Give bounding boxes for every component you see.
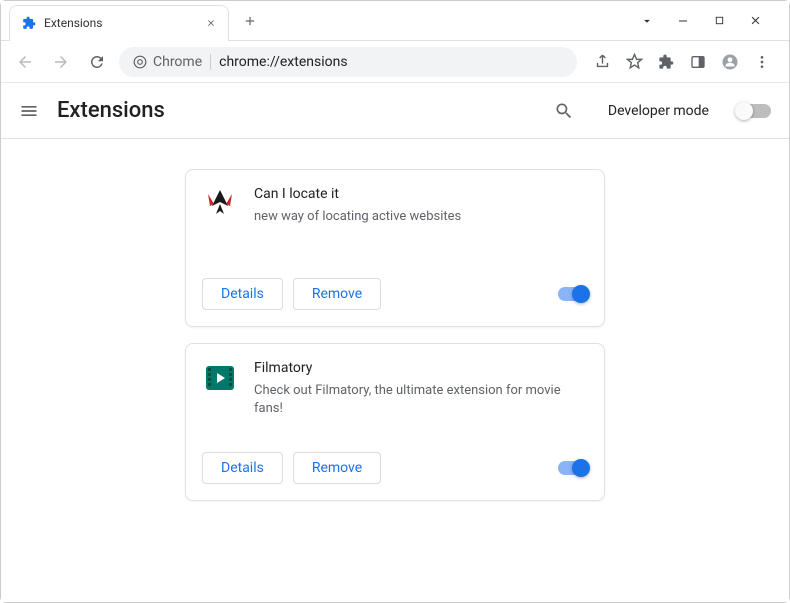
puzzle-icon — [22, 16, 36, 30]
toolbar-right — [585, 53, 779, 71]
forward-button[interactable] — [47, 48, 75, 76]
menu-icon[interactable] — [753, 53, 771, 71]
remove-button[interactable]: Remove — [293, 452, 381, 484]
chevron-down-icon[interactable] — [633, 7, 661, 35]
page-title: Extensions — [57, 98, 536, 123]
extension-card: Filmatory Check out Filmatory, the ultim… — [185, 343, 605, 501]
extensions-icon[interactable] — [657, 53, 675, 71]
reload-button[interactable] — [83, 48, 111, 76]
details-button[interactable]: Details — [202, 452, 283, 484]
address-bar[interactable]: Chrome chrome://extensions — [119, 47, 577, 77]
extension-name: Can I locate it — [254, 186, 461, 202]
extension-toggle[interactable] — [558, 461, 588, 475]
extension-description: new way of locating active websites — [254, 208, 461, 226]
extension-icon-film — [202, 360, 238, 396]
profile-icon[interactable] — [721, 53, 739, 71]
page-header: Extensions Developer mode — [1, 83, 789, 139]
new-tab-button[interactable] — [235, 10, 265, 32]
developer-mode-label: Developer mode — [608, 103, 709, 119]
chrome-icon — [133, 55, 147, 69]
extension-toggle[interactable] — [558, 287, 588, 301]
search-icon[interactable] — [554, 101, 574, 121]
share-icon[interactable] — [593, 53, 611, 71]
tab-title: Extensions — [44, 16, 198, 30]
developer-mode-toggle[interactable] — [737, 104, 771, 118]
browser-tab[interactable]: Extensions — [9, 5, 229, 41]
close-tab-icon[interactable] — [206, 18, 216, 28]
window-controls — [633, 7, 789, 35]
titlebar: Extensions — [1, 1, 789, 41]
omnibox-url: chrome://extensions — [219, 54, 347, 70]
extensions-list: Can I locate it new way of locating acti… — [1, 139, 789, 602]
extension-description: Check out Filmatory, the ultimate extens… — [254, 382, 588, 418]
extension-icon-phoenix — [202, 186, 238, 222]
extension-card: Can I locate it new way of locating acti… — [185, 169, 605, 327]
back-button[interactable] — [11, 48, 39, 76]
maximize-button[interactable] — [705, 7, 733, 35]
remove-button[interactable]: Remove — [293, 278, 381, 310]
hamburger-icon[interactable] — [19, 101, 39, 121]
omnibox-prefix: Chrome — [133, 54, 211, 70]
toolbar: Chrome chrome://extensions — [1, 41, 789, 83]
details-button[interactable]: Details — [202, 278, 283, 310]
close-window-button[interactable] — [741, 7, 769, 35]
minimize-button[interactable] — [669, 7, 697, 35]
extension-name: Filmatory — [254, 360, 588, 376]
sidepanel-icon[interactable] — [689, 53, 707, 71]
bookmark-icon[interactable] — [625, 53, 643, 71]
